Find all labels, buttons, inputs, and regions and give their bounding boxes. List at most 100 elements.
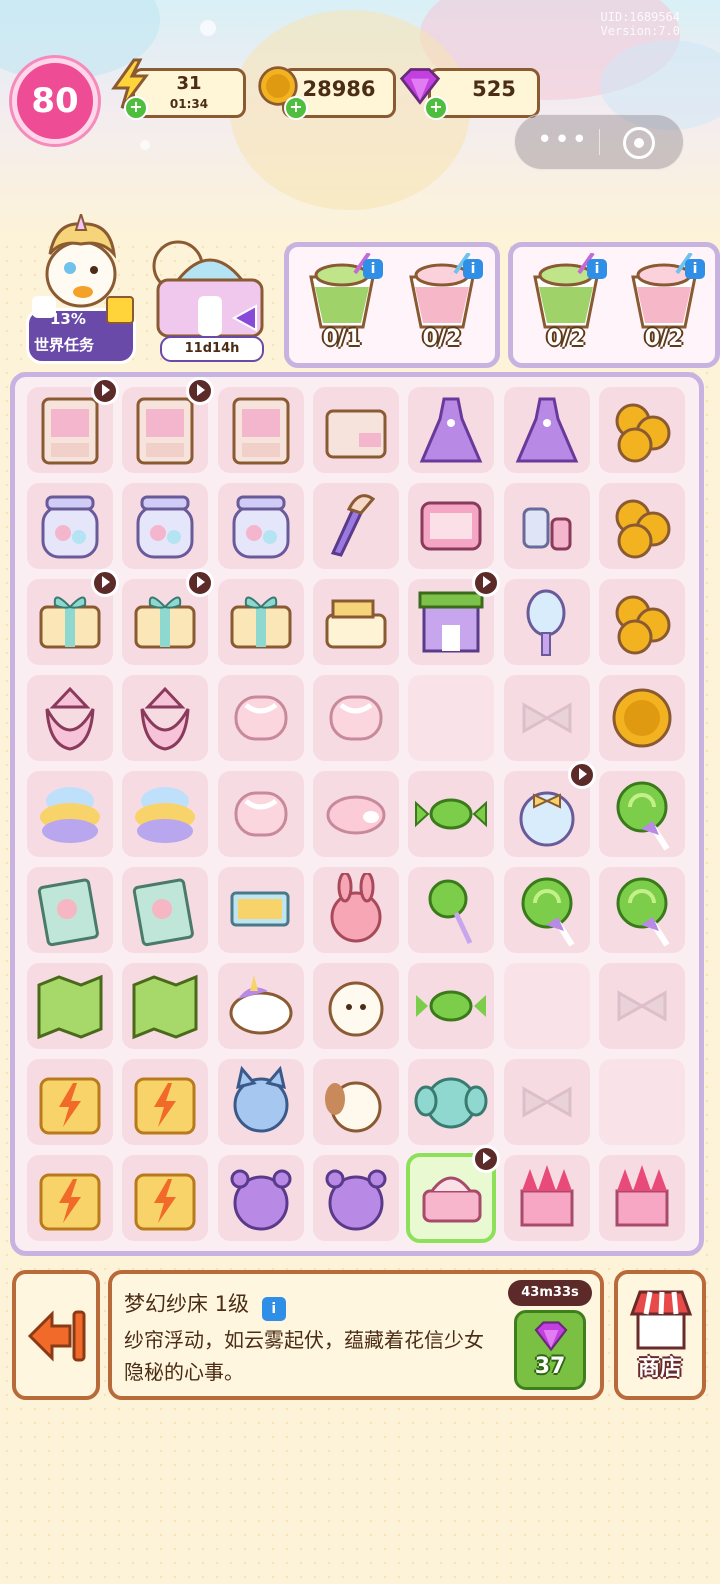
board-cell[interactable] [503, 963, 590, 1049]
board-cell[interactable] [122, 1155, 209, 1241]
board-cell[interactable] [122, 675, 209, 761]
order-card-1[interactable]: i 0/1 i 0/2 [284, 242, 500, 368]
castle-icon[interactable] [510, 1161, 584, 1235]
shop-button[interactable]: 商店 [614, 1270, 706, 1400]
board-cell[interactable] [122, 771, 209, 857]
board-cell[interactable] [598, 963, 685, 1049]
gift-box-icon[interactable] [224, 585, 298, 659]
candy-jar-icon[interactable] [128, 489, 202, 563]
gold-coins-icon[interactable] [605, 585, 679, 659]
board-cell[interactable] [503, 387, 590, 473]
close-target-icon[interactable] [623, 127, 655, 159]
green-lollipop-icon[interactable] [510, 873, 584, 947]
puppy-plush-icon[interactable] [319, 1065, 393, 1139]
board-cell[interactable] [408, 675, 495, 761]
eyeshadow-palette-icon[interactable] [414, 489, 488, 563]
level-badge[interactable]: 80 [12, 58, 98, 144]
board-cell[interactable] [122, 569, 215, 665]
board-cell[interactable] [27, 377, 119, 473]
cabinet-icon[interactable] [128, 393, 202, 467]
green-candy-icon[interactable] [414, 777, 488, 851]
bear-plush-icon[interactable] [319, 1161, 393, 1235]
board-cell[interactable] [598, 1155, 685, 1241]
info-icon[interactable]: i [363, 259, 383, 279]
board-cell[interactable] [122, 377, 215, 473]
speedup-button[interactable]: 37 [514, 1310, 586, 1390]
info-icon[interactable]: i [587, 259, 607, 279]
board-cell[interactable] [598, 387, 685, 473]
board-cell[interactable] [503, 761, 596, 857]
miniprogram-capsule[interactable]: ••• [514, 114, 684, 170]
event-building-button[interactable]: 11d14h [148, 236, 272, 362]
board-cell[interactable] [217, 387, 304, 473]
board-cell[interactable] [598, 675, 685, 761]
gate-locked-icon[interactable] [33, 1065, 107, 1139]
board-cell[interactable] [503, 1155, 590, 1241]
add-energy-plus-icon[interactable]: + [124, 96, 148, 120]
board-cell[interactable] [503, 1059, 590, 1145]
exit-button[interactable] [12, 1270, 100, 1400]
candy-bag-icon[interactable] [33, 681, 107, 755]
bear-plush-icon[interactable] [224, 1161, 298, 1235]
board-cell[interactable] [406, 1145, 501, 1243]
board-cell[interactable] [312, 483, 399, 569]
sheep-plush-icon[interactable] [319, 969, 393, 1043]
board-cell[interactable] [217, 867, 304, 953]
board-cell[interactable] [503, 579, 590, 665]
board-cell[interactable] [217, 963, 304, 1049]
bunny-plush-icon[interactable] [319, 873, 393, 947]
board-cell[interactable] [217, 579, 304, 665]
map-icon[interactable] [128, 969, 202, 1043]
cotton-candy-icon[interactable] [33, 777, 107, 851]
gift-box-open-icon[interactable] [319, 585, 393, 659]
board-cell[interactable] [408, 387, 495, 473]
board-cell[interactable] [217, 675, 304, 761]
board-cell[interactable] [312, 675, 399, 761]
shop-building-icon[interactable] [414, 585, 488, 659]
cabinet-icon[interactable] [224, 393, 298, 467]
board-cell[interactable] [27, 771, 113, 857]
board-cell[interactable] [503, 483, 590, 569]
board-cell[interactable] [598, 1059, 685, 1145]
cosmetics-set-icon[interactable] [510, 489, 584, 563]
roll-cake-icon[interactable] [319, 777, 393, 851]
storybook-icon[interactable] [128, 873, 202, 947]
dresser-icon[interactable] [319, 393, 393, 467]
green-candy-slot-icon[interactable] [414, 969, 488, 1043]
board-cell[interactable] [408, 569, 501, 665]
marshmallow-icon[interactable] [319, 681, 393, 755]
castle-icon[interactable] [605, 1161, 679, 1235]
green-lollipop-small-icon[interactable] [414, 873, 488, 947]
board-cell[interactable] [408, 771, 495, 857]
board-cell[interactable] [27, 483, 113, 569]
board-cell[interactable] [27, 675, 113, 761]
order-card-2[interactable]: i 0/2 i 0/2 [508, 242, 720, 368]
gate-locked-icon[interactable] [128, 1161, 202, 1235]
gold-coin-icon[interactable] [605, 681, 679, 755]
board-cell[interactable] [217, 1059, 304, 1145]
add-coins-plus-icon[interactable]: + [284, 96, 308, 120]
board-cell[interactable] [27, 1155, 113, 1241]
add-gems-plus-icon[interactable]: + [424, 96, 448, 120]
board-cell[interactable] [598, 579, 685, 665]
board-cell[interactable] [312, 1155, 399, 1241]
board-cell[interactable] [312, 963, 399, 1049]
board-cell[interactable] [122, 963, 209, 1049]
info-icon[interactable]: i [685, 259, 705, 279]
gate-locked-icon[interactable] [128, 1065, 202, 1139]
map-icon[interactable] [33, 969, 107, 1043]
green-lollipop-icon[interactable] [605, 873, 679, 947]
green-lollipop-icon[interactable] [605, 777, 679, 851]
board-cell[interactable] [217, 771, 304, 857]
makeup-brushes-icon[interactable] [319, 489, 393, 563]
hand-mirror-icon[interactable] [510, 585, 584, 659]
board-cell[interactable] [122, 867, 209, 953]
tickets-icon[interactable] [224, 873, 298, 947]
board-cell[interactable] [27, 963, 113, 1049]
board-cell[interactable] [408, 963, 495, 1049]
more-menu-icon[interactable]: ••• [533, 127, 593, 157]
cabinet-icon[interactable] [33, 393, 107, 467]
purple-dress-icon[interactable] [414, 393, 488, 467]
cat-plush-icon[interactable] [224, 1065, 298, 1139]
board-cell[interactable] [312, 771, 399, 857]
